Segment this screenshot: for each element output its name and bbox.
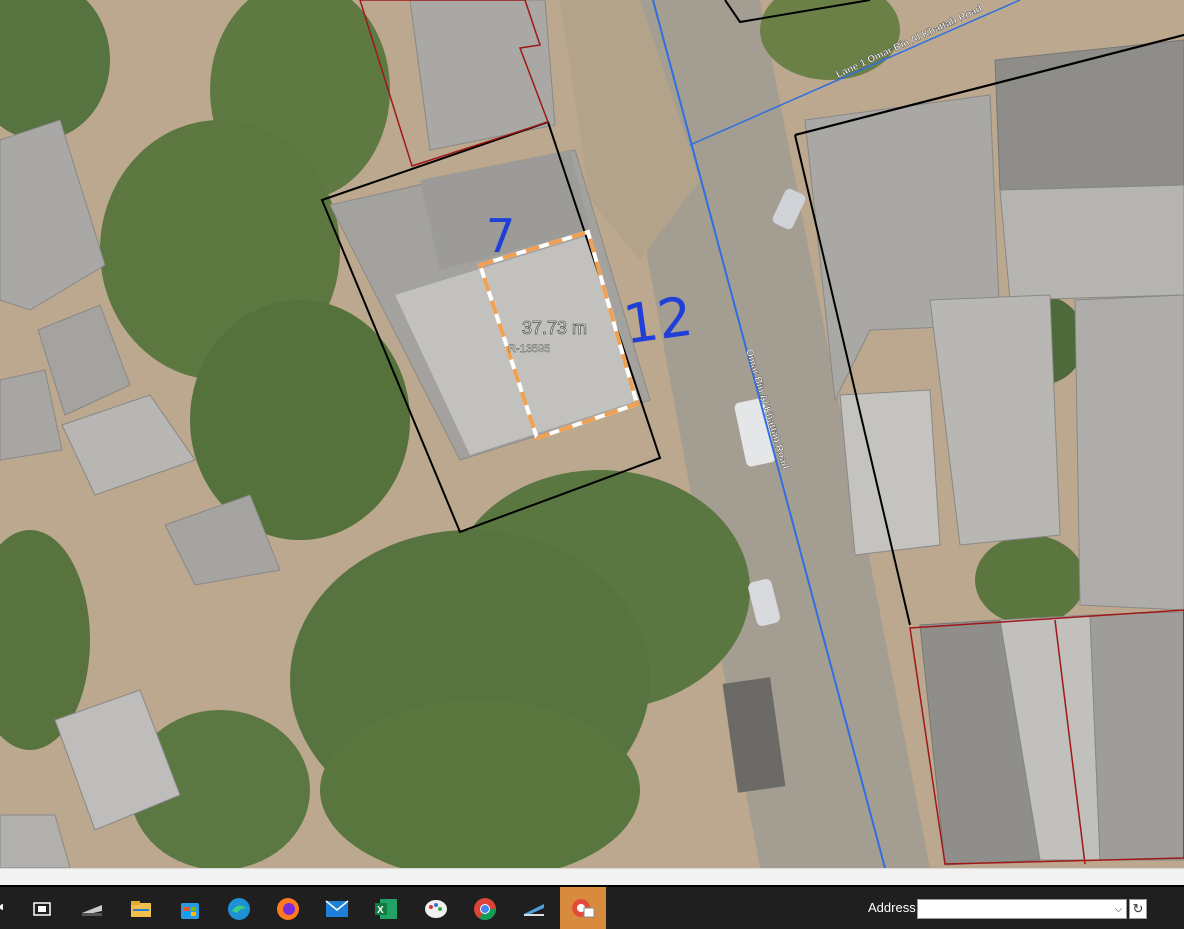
- map-canvas[interactable]: 37.73 m R-13595 Omar Bin Al Khattab Road…: [0, 0, 1184, 868]
- map-bottom-scrollbar[interactable]: [0, 868, 1184, 886]
- taskbar: ◖ X Address ⌵ ↻: [0, 885, 1184, 929]
- address-refresh-icon[interactable]: ↻: [1129, 899, 1147, 919]
- mail-icon[interactable]: [317, 892, 357, 926]
- store-icon[interactable]: [170, 892, 210, 926]
- svg-text:X: X: [377, 905, 384, 916]
- file-explorer-icon[interactable]: [121, 892, 161, 926]
- parcel-id-label: R-13595: [508, 343, 550, 355]
- address-input[interactable]: [917, 899, 1127, 919]
- aerial-map[interactable]: 37.73 m R-13595 Omar Bin Al Khattab Road…: [0, 0, 1184, 868]
- chrome-icon[interactable]: [465, 892, 505, 926]
- handwritten-width: 7: [486, 209, 515, 263]
- search-edge-icon[interactable]: ◖: [0, 898, 5, 914]
- paint-icon[interactable]: [416, 892, 456, 926]
- address-label: Address: [868, 900, 916, 915]
- remote-app-icon[interactable]: [560, 887, 606, 929]
- handwritten-length: 12: [619, 285, 696, 357]
- task-view-icon[interactable]: [22, 892, 62, 926]
- scanner-icon[interactable]: [72, 892, 112, 926]
- excel-icon[interactable]: X: [366, 892, 406, 926]
- address-dropdown-icon[interactable]: ⌵: [1110, 899, 1127, 919]
- edge-icon[interactable]: [219, 892, 259, 926]
- measurement-label: 37.73 m: [522, 318, 587, 338]
- firefox-icon[interactable]: [268, 892, 308, 926]
- scan-tool-icon[interactable]: [514, 892, 554, 926]
